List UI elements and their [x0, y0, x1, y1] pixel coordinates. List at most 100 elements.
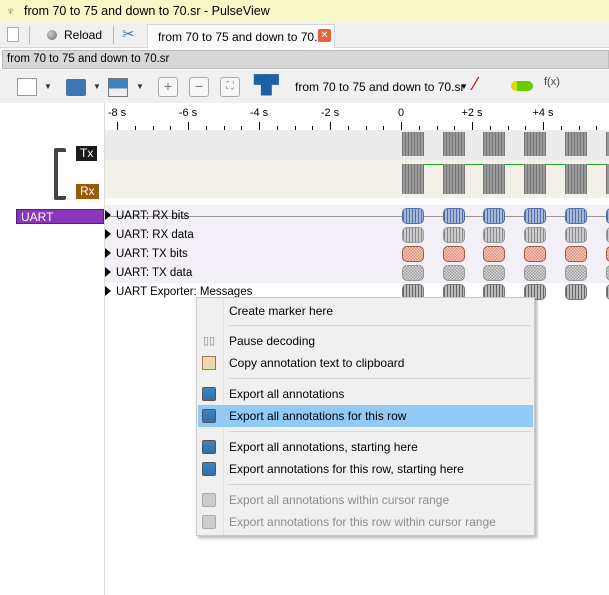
annotation-block[interactable] — [483, 227, 505, 243]
ruler-tick-label: -4 s — [249, 107, 269, 119]
decoder-row-label[interactable]: UART: TX bits — [105, 248, 188, 260]
ruler-tick-label: -2 s — [320, 107, 340, 119]
signal-burst — [565, 132, 587, 156]
session-header: from 70 to 75 and down to 70.sr — [2, 50, 609, 69]
signal-burst — [443, 164, 465, 194]
channel-tag-tx[interactable]: Tx — [76, 146, 98, 161]
clipboard-icon — [202, 356, 216, 370]
menu-item-export-all-cursor-range: Export all annotations within cursor ran… — [198, 489, 533, 511]
annotation-block[interactable] — [524, 246, 546, 262]
decoder-row-label[interactable]: UART: RX data — [105, 229, 194, 241]
menu-item-export-row-from-here[interactable]: Export annotations for this row, startin… — [198, 458, 533, 480]
channel-header-panel: Tx Rx UART Exporter — [0, 103, 105, 595]
close-tab-icon[interactable]: ✕ — [318, 29, 331, 42]
main-toolbar: ▼ ▼ ▼ + − ⛶ ▜▛ from 70 to 75 and down to… — [0, 70, 609, 103]
new-session-icon[interactable] — [7, 27, 19, 42]
menu-item-export-all-from-here[interactable]: Export all annotations, starting here — [198, 436, 533, 458]
tab-session[interactable]: from 70 to 75 and down to 70.sr ✕ — [147, 24, 335, 48]
signal-burst — [443, 132, 465, 156]
add-decoder-icon[interactable] — [511, 81, 533, 91]
annotation-block[interactable] — [483, 265, 505, 281]
zoom-in-button[interactable]: + — [158, 77, 178, 97]
channel-group-bracket — [54, 148, 66, 200]
export-icon — [202, 515, 216, 529]
export-icon — [202, 462, 216, 476]
signal-burst — [483, 132, 505, 156]
math-channel-icon[interactable]: f(x) — [544, 76, 560, 88]
new-view-icon[interactable] — [17, 78, 37, 96]
decoder-row-label[interactable]: UART: TX data — [105, 267, 192, 279]
signal-burst — [524, 132, 546, 156]
ruler-tick-label: -8 s — [107, 107, 127, 119]
menu-item-create-marker[interactable]: Create marker here — [198, 300, 533, 322]
annotation-block[interactable] — [524, 208, 546, 224]
settings-tools-icon[interactable]: ✂ — [122, 25, 135, 43]
annotation-block[interactable] — [402, 246, 424, 262]
annotation-block[interactable] — [565, 246, 587, 262]
annotation-block[interactable] — [402, 208, 424, 224]
chevron-down-icon[interactable]: ▼ — [44, 82, 52, 91]
chevron-down-icon[interactable]: ▼ — [93, 82, 101, 91]
annotation-block[interactable] — [565, 265, 587, 281]
open-file-icon[interactable] — [66, 79, 86, 96]
annotation-block[interactable] — [443, 246, 465, 262]
ruler-tick — [188, 122, 189, 130]
menu-item-export-row-cursor-range: Export annotations for this row within c… — [198, 511, 533, 533]
annotation-block[interactable] — [443, 227, 465, 243]
annotation-block[interactable] — [402, 265, 424, 281]
signal-burst — [402, 132, 424, 156]
trace-rx[interactable] — [105, 160, 609, 198]
annotation-block[interactable] — [402, 227, 424, 243]
ruler-tick — [543, 122, 544, 130]
annotation-block[interactable] — [524, 227, 546, 243]
export-icon — [202, 387, 216, 401]
channel-tag-rx[interactable]: Rx — [76, 184, 99, 199]
annotation-block[interactable] — [565, 208, 587, 224]
chevron-down-icon[interactable]: ▼ — [136, 82, 144, 91]
reload-icon — [47, 30, 57, 40]
menu-item-export-row[interactable]: Export all annotations for this row — [198, 405, 533, 427]
export-icon — [202, 409, 216, 423]
ruler-tick — [259, 122, 260, 130]
ruler-tick-label: -6 s — [178, 107, 198, 119]
window-title: from 70 to 75 and down to 70.sr - PulseV… — [24, 4, 270, 18]
annotation-block[interactable] — [443, 208, 465, 224]
zoom-out-button[interactable]: − — [189, 77, 209, 97]
export-icon — [202, 493, 216, 507]
ruler-tick-label: 0 — [397, 107, 405, 119]
decoder-tag[interactable]: UART Exporter — [16, 209, 104, 239]
signal-burst — [402, 164, 424, 194]
probe-config-icon[interactable]: ⁄ — [474, 74, 477, 95]
save-icon[interactable] — [108, 78, 128, 97]
annotation-block[interactable] — [524, 265, 546, 281]
menu-item-copy-annotation[interactable]: Copy annotation text to clipboard — [198, 352, 533, 374]
annotation-block[interactable] — [443, 265, 465, 281]
menu-item-export-all[interactable]: Export all annotations — [198, 383, 533, 405]
cursor-markers-icon[interactable]: ▜▛ — [254, 75, 279, 96]
context-menu: Create marker here ▯▯ Pause decoding Copy… — [196, 297, 535, 536]
signal-burst — [565, 164, 587, 194]
device-select[interactable]: from 70 to 75 and down to 70.sr ▼ — [290, 78, 470, 96]
pause-icon: ▯▯ — [202, 335, 216, 347]
ruler-tick — [401, 122, 402, 130]
title-bar: ♆ from 70 to 75 and down to 70.sr - Puls… — [0, 0, 609, 22]
annotation-block[interactable] — [483, 246, 505, 262]
ruler-tick — [330, 122, 331, 130]
signal-burst — [483, 164, 505, 194]
menu-item-pause-decoding[interactable]: ▯▯ Pause decoding — [198, 330, 533, 352]
chevron-down-icon: ▼ — [460, 82, 468, 91]
ruler-tick-label: +2 s — [461, 107, 483, 119]
ruler-tick — [117, 122, 118, 130]
annotation-block[interactable] — [483, 208, 505, 224]
export-icon — [202, 440, 216, 454]
signal-burst — [524, 164, 546, 194]
time-ruler[interactable]: -8 s-6 s-4 s-2 s0+2 s+4 s+ — [105, 103, 609, 130]
ruler-tick — [472, 122, 473, 130]
annotation-block[interactable] — [565, 284, 587, 300]
annotation-block[interactable] — [565, 227, 587, 243]
trace-tx[interactable] — [105, 130, 609, 160]
zoom-fit-button[interactable]: ⛶ — [220, 77, 240, 97]
tab-bar: Reload ✂ from 70 to 75 and down to 70.sr… — [0, 22, 609, 48]
decoder-row-label[interactable]: UART: RX bits — [105, 210, 189, 222]
ruler-tick-label: +4 s — [532, 107, 554, 119]
